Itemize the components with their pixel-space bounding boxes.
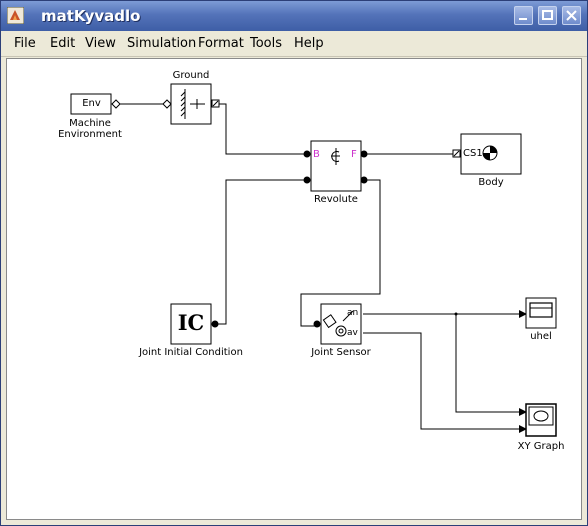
menu-tools[interactable]: Tools [250,36,282,51]
menu-view[interactable]: View [85,36,116,51]
sensor-port-an: an [347,308,359,318]
close-button[interactable] [562,6,581,25]
model-canvas[interactable]: Env Machine Environment Ground B F Revol… [6,58,582,520]
body-cs-text: CS1 [463,148,483,159]
revolute-label: Revolute [314,194,358,205]
branch-point [454,312,458,316]
menu-bar: File Edit View Simulation Format Tools H… [1,31,587,57]
joint-sensor-port [313,320,321,328]
center-of-mass-icon [482,145,498,161]
revolute-port-out [360,176,368,184]
revolute-port-f [360,150,368,158]
env-label-2: Environment [58,129,122,140]
menu-format[interactable]: Format [198,36,244,51]
sensor-port-av: av [347,328,358,338]
uhel-label: uhel [530,331,552,342]
simulink-window: matKyvadlo File Edit View Simulation For… [0,0,588,526]
matlab-app-icon [7,7,24,24]
line-ic-revolute [218,179,306,325]
minimize-button[interactable] [514,6,533,25]
ground-port-left [162,99,172,109]
menu-help[interactable]: Help [294,36,324,51]
env-port [111,99,121,109]
revolute-port-f-label: F [351,149,357,160]
body-label: Body [478,177,504,188]
line-branch-xy [455,314,521,413]
window-title: matKyvadlo [41,7,141,25]
title-bar[interactable]: matKyvadlo [1,1,587,31]
revolute-port-in [303,176,311,184]
xy-graph-label: XY Graph [517,441,565,452]
close-icon [566,10,577,21]
revolute-port-b-label: B [313,149,320,160]
menu-edit[interactable]: Edit [50,36,75,51]
maximize-button[interactable] [538,6,557,25]
minimize-icon [519,18,527,20]
ic-label: Joint Initial Condition [139,347,243,358]
revolute-port-b [303,150,311,158]
menu-simulation[interactable]: Simulation [127,36,196,51]
ic-block-text: IC [177,310,205,335]
joint-sensor-label: Joint Sensor [311,347,371,358]
line-ground-revolute [219,103,306,155]
scope-screen-icon [529,302,553,318]
ground-label: Ground [172,70,210,81]
ic-port [211,320,219,328]
env-block-text: Env [82,98,101,109]
line-sensor-xy [363,332,521,430]
maximize-icon [542,10,553,20]
menu-file[interactable]: File [14,36,36,51]
